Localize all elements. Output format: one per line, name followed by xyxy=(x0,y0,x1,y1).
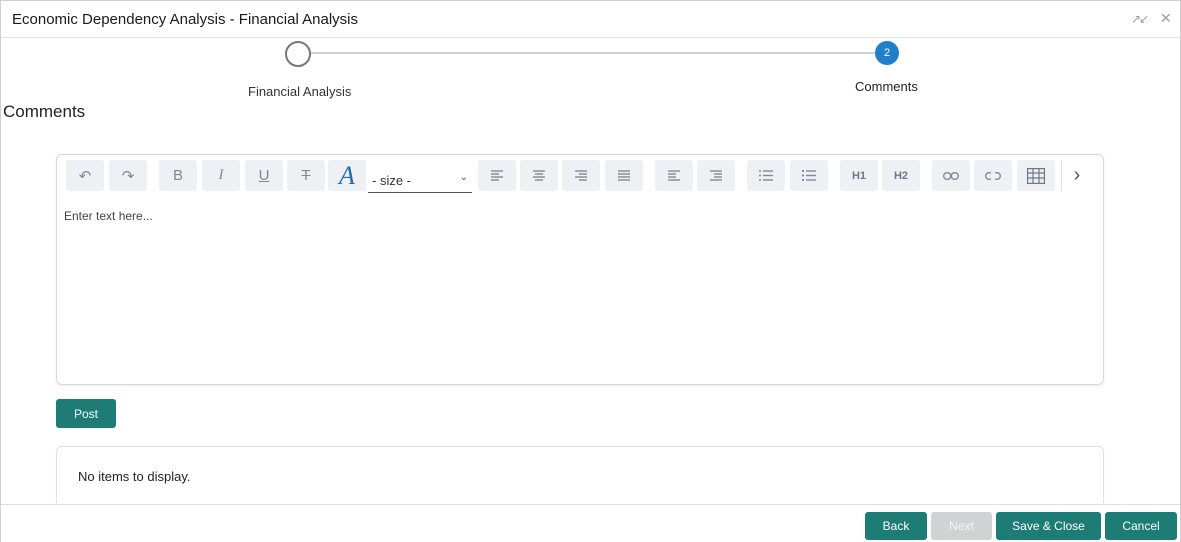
heading1-icon: H1 xyxy=(851,169,867,182)
heading2-button[interactable]: H2 xyxy=(882,160,920,191)
link-icon xyxy=(943,171,959,180)
font-color-icon: A xyxy=(339,160,355,190)
expand-icon[interactable]: ↗↙ xyxy=(1131,12,1149,26)
heading1-button[interactable]: H1 xyxy=(840,160,878,191)
editor-placeholder: Enter text here... xyxy=(64,209,153,223)
empty-list-message: No items to display. xyxy=(78,469,191,484)
insert-link-button[interactable] xyxy=(932,160,970,191)
outdent-icon xyxy=(668,170,680,181)
title-bar: Economic Dependency Analysis - Financial… xyxy=(1,1,1180,38)
font-size-value: - size - xyxy=(372,173,411,188)
redo-icon: ↷ xyxy=(121,167,135,185)
page-title: Comments xyxy=(3,102,86,121)
redo-button[interactable]: ↷ xyxy=(109,160,147,191)
font-size-select[interactable]: - size - ⌄ xyxy=(368,165,472,193)
post-button[interactable]: Post xyxy=(56,399,116,428)
underline-button[interactable]: U xyxy=(245,160,283,191)
close-icon[interactable]: ✕ xyxy=(1160,10,1172,27)
comment-text-area[interactable]: Enter text here... xyxy=(57,199,1103,384)
underline-icon: U xyxy=(258,167,270,184)
rich-text-editor: ↶ ↷ B I U T A - size - ⌄ H1 H2 › Enter t… xyxy=(56,154,1104,385)
step-financial-analysis-indicator[interactable] xyxy=(285,41,311,67)
toolbar-more-button[interactable]: › xyxy=(1061,160,1092,191)
heading2-icon: H2 xyxy=(893,169,909,182)
bullet-list-icon xyxy=(759,170,773,181)
editor-toolbar: ↶ ↷ B I U T A - size - ⌄ H1 H2 › xyxy=(57,155,1103,199)
numbered-list-button[interactable] xyxy=(790,160,828,191)
bold-icon: B xyxy=(172,167,183,184)
stepper-track xyxy=(310,52,876,54)
chevron-right-icon: › xyxy=(1073,164,1081,186)
align-justify-button[interactable] xyxy=(605,160,643,191)
table-icon xyxy=(1027,167,1045,184)
step-financial-analysis-label[interactable]: Financial Analysis xyxy=(248,84,351,99)
font-color-button[interactable]: A xyxy=(328,160,366,191)
unlink-icon xyxy=(985,171,1001,180)
outdent-button[interactable] xyxy=(655,160,693,191)
indent-icon xyxy=(710,170,722,181)
strikethrough-icon: T xyxy=(301,167,311,184)
indent-button[interactable] xyxy=(697,160,735,191)
align-left-icon xyxy=(491,170,503,181)
align-center-button[interactable] xyxy=(520,160,558,191)
comments-list: No items to display. xyxy=(56,446,1104,503)
save-and-close-button[interactable]: Save & Close xyxy=(996,512,1101,540)
remove-link-button[interactable] xyxy=(974,160,1012,191)
window-title: Economic Dependency Analysis - Financial… xyxy=(12,11,359,28)
align-right-icon xyxy=(575,170,587,181)
cancel-button[interactable]: Cancel xyxy=(1105,512,1177,540)
align-right-button[interactable] xyxy=(562,160,600,191)
strikethrough-button[interactable]: T xyxy=(287,160,325,191)
undo-icon: ↶ xyxy=(78,167,92,185)
dialog-window: Economic Dependency Analysis - Financial… xyxy=(0,0,1181,542)
back-button[interactable]: Back xyxy=(865,512,927,540)
step-comments-indicator[interactable]: 2 xyxy=(875,41,899,65)
bullet-list-button[interactable] xyxy=(747,160,785,191)
italic-icon: I xyxy=(218,167,224,183)
dialog-footer: Back Next Save & Close Cancel xyxy=(1,504,1180,542)
undo-button[interactable]: ↶ xyxy=(66,160,104,191)
numbered-list-icon xyxy=(802,170,816,181)
chevron-down-icon: ⌄ xyxy=(459,172,468,183)
align-center-icon xyxy=(533,170,545,181)
step-comments-label[interactable]: Comments xyxy=(855,79,918,94)
align-justify-icon xyxy=(618,170,630,181)
bold-button[interactable]: B xyxy=(159,160,197,191)
align-left-button[interactable] xyxy=(478,160,516,191)
insert-table-button[interactable] xyxy=(1017,160,1055,191)
italic-button[interactable]: I xyxy=(202,160,240,191)
next-button[interactable]: Next xyxy=(931,512,992,540)
